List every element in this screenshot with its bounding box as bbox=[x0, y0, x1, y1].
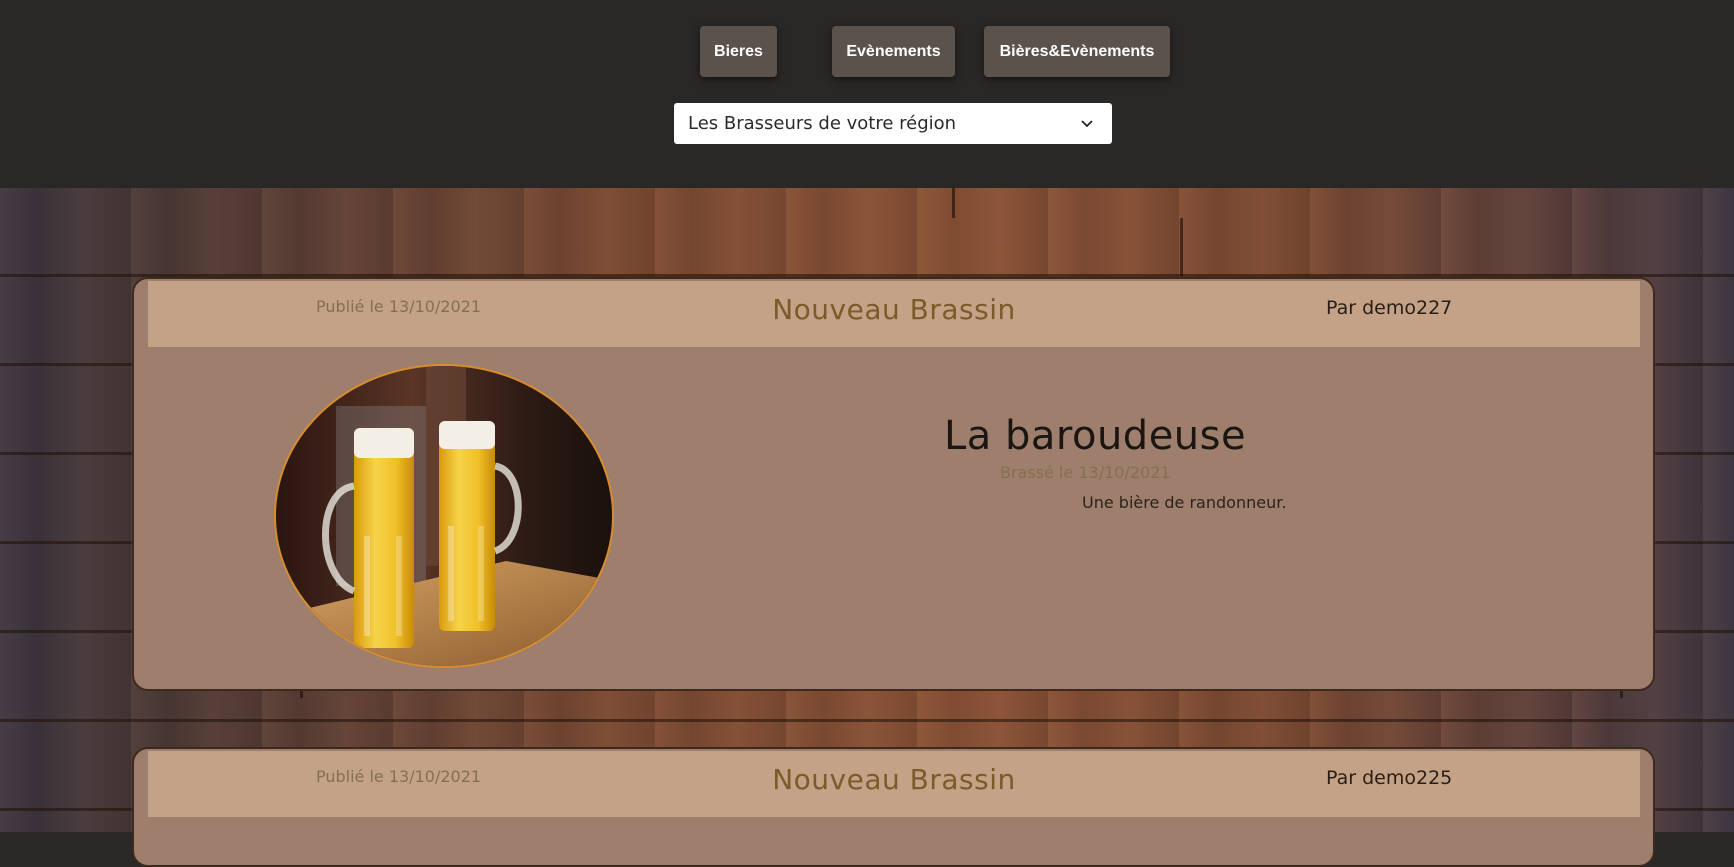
brew-date: Brassé le 13/10/2021 bbox=[1000, 463, 1171, 482]
chevron-down-icon bbox=[1081, 120, 1093, 128]
nav-evenements-button[interactable]: Evènements bbox=[832, 26, 955, 77]
nav-bieres-button[interactable]: Bieres bbox=[700, 26, 777, 77]
post-card: Publié le 13/10/2021 Nouveau Brassin Par… bbox=[132, 277, 1655, 691]
post-card-header: Publié le 13/10/2021 Nouveau Brassin Par… bbox=[148, 281, 1640, 347]
region-brewers-select[interactable]: Les Brasseurs de votre région bbox=[674, 103, 1112, 144]
region-select-value: Les Brasseurs de votre région bbox=[688, 113, 957, 134]
post-author: Par demo227 bbox=[1326, 297, 1453, 319]
beer-description: Une bière de randonneur. bbox=[1082, 493, 1287, 512]
beer-name: La baroudeuse bbox=[944, 413, 1247, 459]
post-card: Publié le 13/10/2021 Nouveau Brassin Par… bbox=[132, 747, 1655, 867]
top-header: Bieres Evènements Bières&Evènements Les … bbox=[0, 0, 1734, 188]
post-author: Par demo225 bbox=[1326, 767, 1453, 789]
nav-bieres-evenements-button[interactable]: Bières&Evènements bbox=[984, 26, 1170, 77]
beer-glasses-image bbox=[274, 364, 614, 668]
post-card-header: Publié le 13/10/2021 Nouveau Brassin Par… bbox=[148, 751, 1640, 817]
